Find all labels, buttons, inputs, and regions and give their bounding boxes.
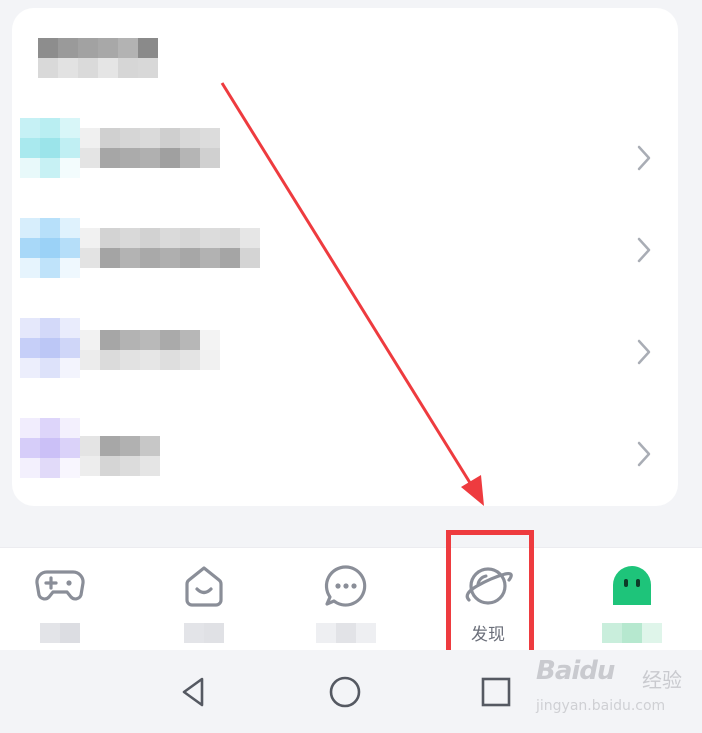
nav-label-redacted	[602, 623, 662, 643]
list-item[interactable]	[12, 304, 678, 400]
ghost-avatar-icon	[613, 566, 651, 605]
nav-tab-home[interactable]	[134, 548, 274, 651]
item-icon-redacted	[20, 318, 80, 378]
highlight-box	[446, 530, 534, 659]
item-icon-redacted	[20, 418, 80, 478]
chevron-right-icon	[637, 441, 651, 467]
gamepad-icon	[35, 570, 85, 601]
item-label-redacted	[80, 228, 260, 268]
item-label-redacted	[80, 330, 220, 370]
item-label-redacted	[80, 436, 160, 476]
nav-tab-games[interactable]	[0, 548, 130, 651]
nav-tab-profile[interactable]	[562, 548, 702, 651]
watermark-cn-text: 经验	[642, 668, 682, 692]
bottom-nav: 发现	[0, 547, 702, 650]
chevron-right-icon	[637, 339, 651, 365]
settings-card	[12, 8, 678, 506]
nav-tab-messages[interactable]	[276, 548, 416, 651]
watermark-url: jingyan.baidu.com	[536, 698, 666, 714]
smiley-icon	[185, 566, 223, 607]
card-title-redacted	[38, 38, 158, 78]
list-item[interactable]	[12, 406, 678, 502]
recents-icon[interactable]	[478, 674, 514, 710]
nav-label-redacted	[316, 623, 376, 643]
item-label-redacted	[80, 128, 220, 168]
home-icon[interactable]	[327, 674, 363, 710]
chat-bubble-icon	[324, 565, 367, 607]
item-icon-redacted	[20, 218, 80, 278]
back-icon[interactable]	[176, 674, 212, 710]
item-icon-redacted	[20, 118, 80, 178]
chevron-right-icon	[637, 145, 651, 171]
nav-label-redacted	[40, 623, 80, 643]
list-item[interactable]	[12, 202, 678, 298]
list-item[interactable]	[12, 110, 678, 206]
chevron-right-icon	[637, 237, 651, 263]
baidu-watermark: Baidu 经验 jingyan.baidu.com	[536, 656, 696, 718]
nav-label-redacted	[184, 623, 224, 643]
